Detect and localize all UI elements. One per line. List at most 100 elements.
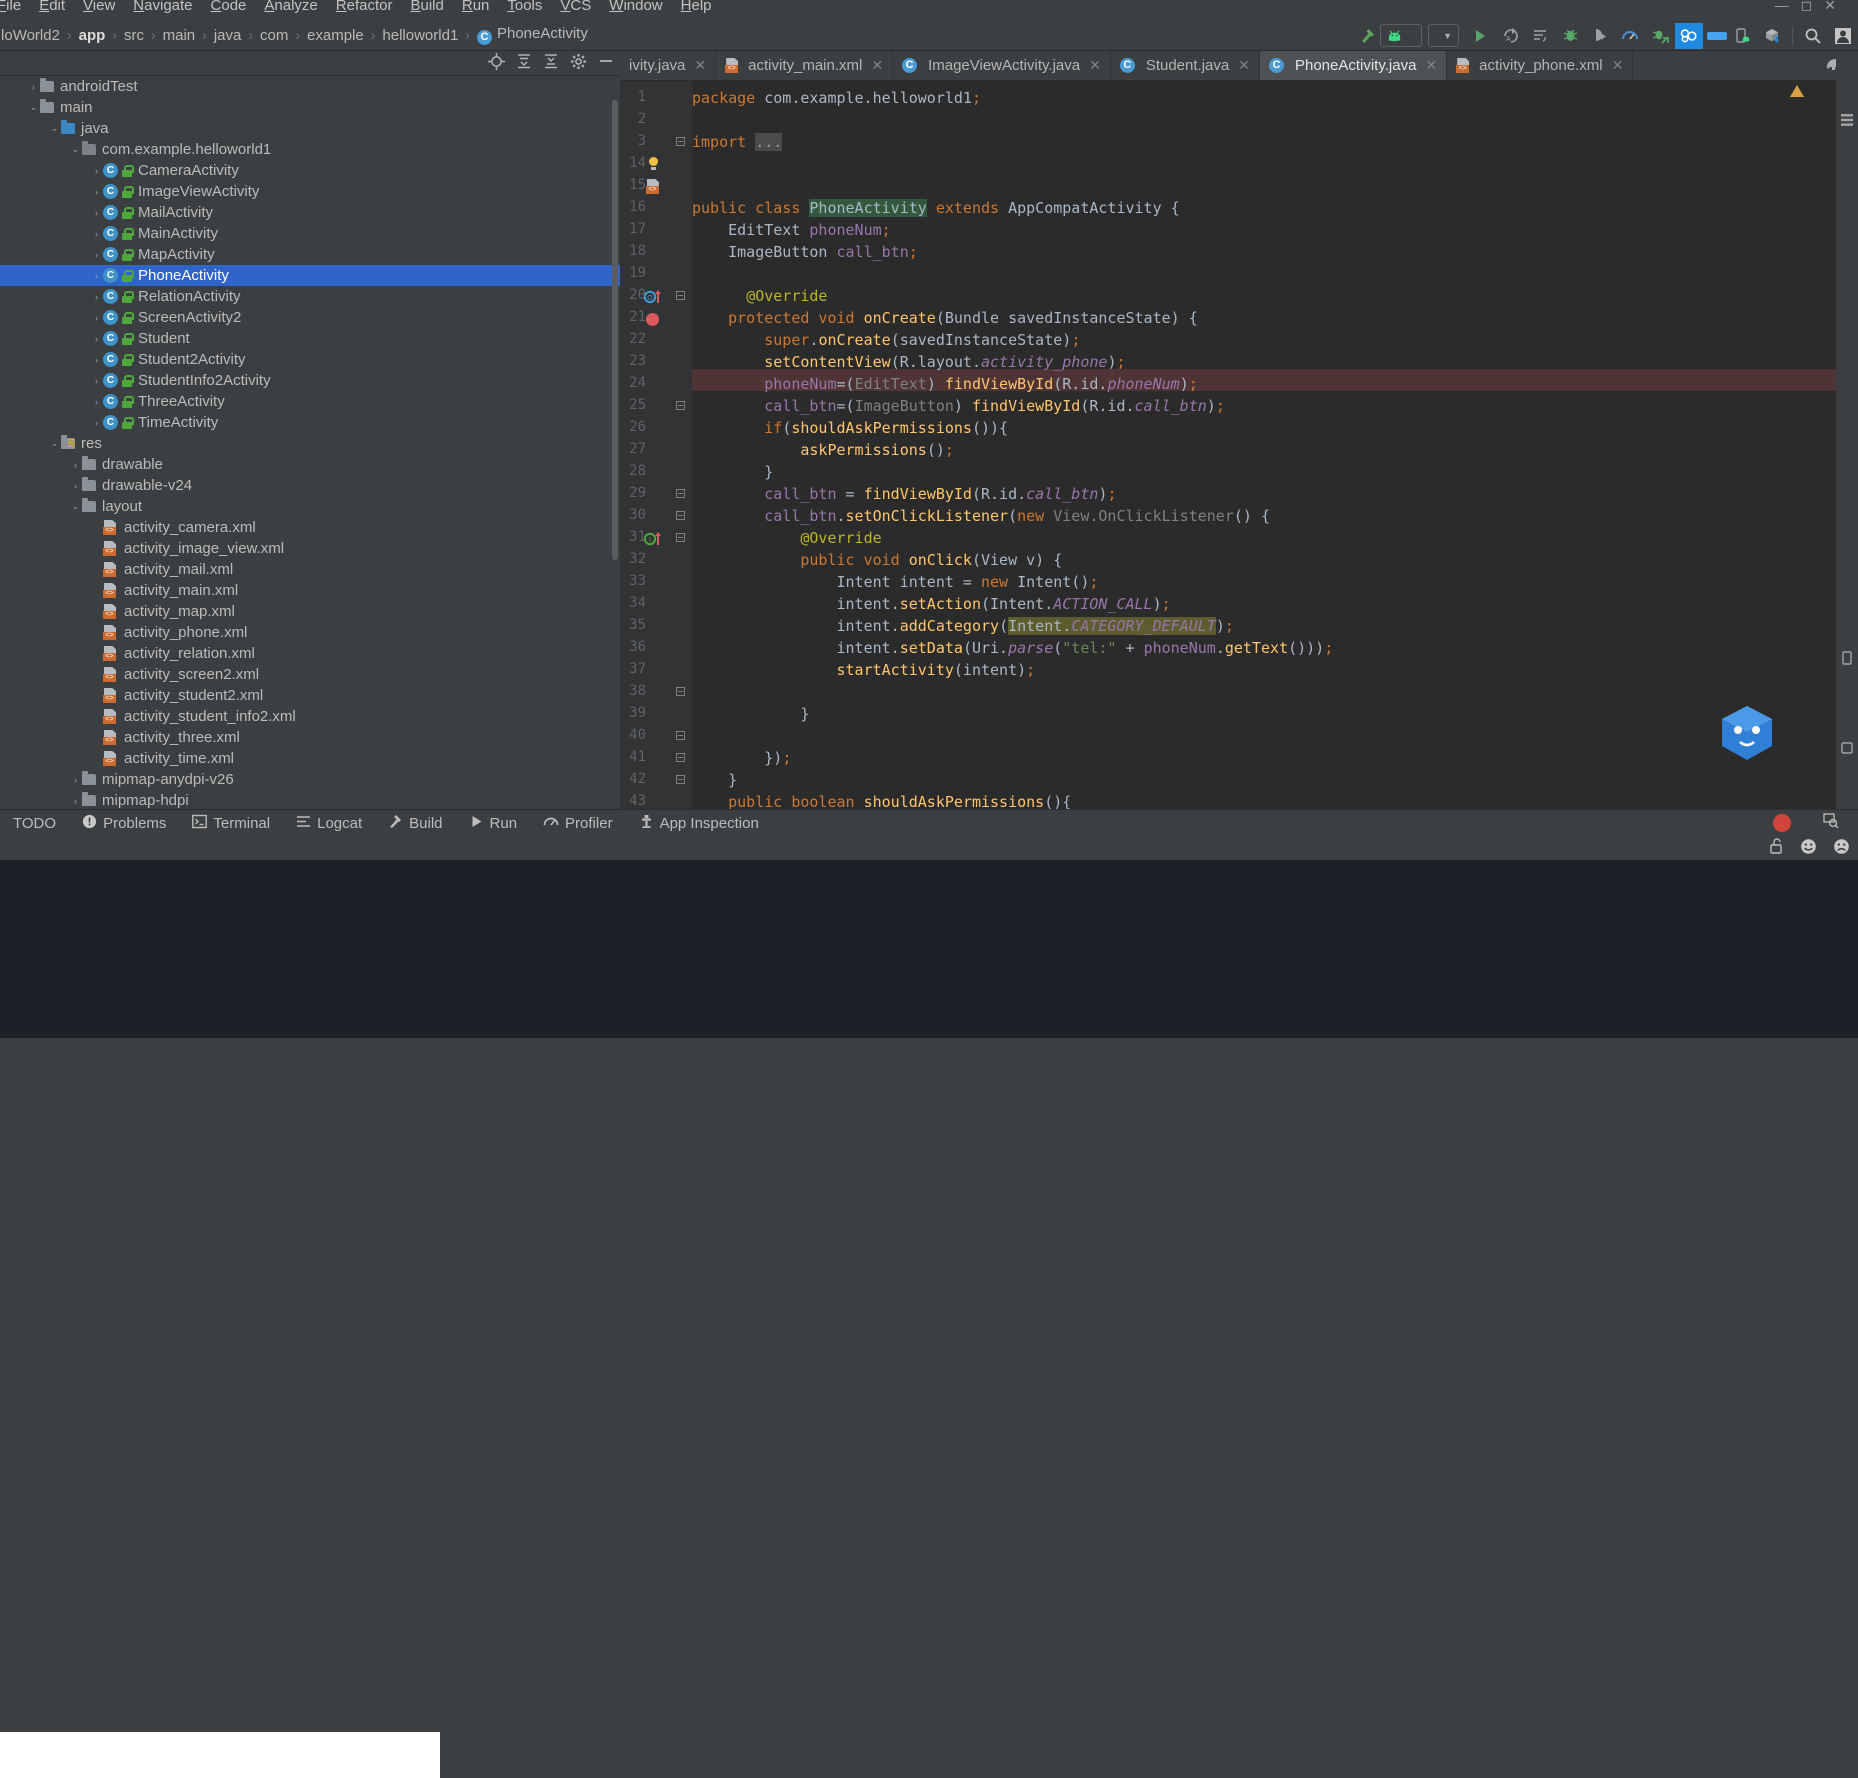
close-icon[interactable]: ✕ <box>1238 57 1250 74</box>
project-scrollbar[interactable] <box>612 100 618 560</box>
close-icon[interactable]: ✕ <box>1612 57 1624 74</box>
menu-bar[interactable]: File Edit View Navigate Code Analyze Refactor B… <box>0 0 721 18</box>
menu-item-run[interactable]: Run <box>453 0 499 16</box>
tree-expand-arrow[interactable]: › <box>90 355 103 365</box>
build-hammer-icon[interactable] <box>1354 23 1380 49</box>
tree-item-mailactivity[interactable]: › C MailActivity <box>0 202 620 223</box>
tree-item-activity_mail-xml[interactable]: › activity_mail.xml <box>0 559 620 580</box>
tree-expand-arrow[interactable]: › <box>90 733 103 743</box>
tree-item-drawable[interactable]: › drawable <box>0 454 620 475</box>
tree-expand-arrow[interactable]: ⌄ <box>48 123 61 134</box>
tree-item-activity_relation-xml[interactable]: › activity_relation.xml <box>0 643 620 664</box>
tree-item-mipmap-hdpi[interactable]: › mipmap-hdpi <box>0 790 620 809</box>
intention-bulb-icon[interactable] <box>648 157 659 170</box>
tree-item-threeactivity[interactable]: › C ThreeActivity <box>0 391 620 412</box>
tree-item-studentinfo2activity[interactable]: › C StudentInfo2Activity <box>0 370 620 391</box>
bottom-tool-build[interactable]: Build <box>375 814 455 833</box>
close-icon[interactable]: ✕ <box>1089 57 1101 74</box>
happy-face-icon[interactable] <box>1800 838 1817 859</box>
tree-expand-arrow[interactable]: ⌄ <box>69 501 82 512</box>
breadcrumb-item-main[interactable]: main <box>160 27 199 44</box>
run-icon[interactable] <box>1465 23 1495 49</box>
code-fold-handle[interactable] <box>676 291 685 305</box>
apply-changes-icon[interactable]: A <box>1495 23 1525 49</box>
menu-item-file[interactable]: File <box>0 0 30 16</box>
hide-panel-icon[interactable] <box>598 53 614 73</box>
tree-item-relationactivity[interactable]: › C RelationActivity <box>0 286 620 307</box>
tree-item-activity_screen2-xml[interactable]: › activity_screen2.xml <box>0 664 620 685</box>
tree-expand-arrow[interactable]: › <box>90 292 103 302</box>
tree-item-mainactivity[interactable]: › C MainActivity <box>0 223 620 244</box>
status-bar-right[interactable] <box>1705 836 1850 860</box>
code-fold-handle[interactable] <box>676 489 685 503</box>
debug-app-icon[interactable] <box>1645 23 1675 49</box>
tree-item-student2activity[interactable]: › C Student2Activity <box>0 349 620 370</box>
layout-inspector-button[interactable] <box>1810 813 1858 833</box>
tree-expand-arrow[interactable]: › <box>90 208 103 218</box>
tree-item-activity_student_info2-xml[interactable]: › activity_student_info2.xml <box>0 706 620 727</box>
tree-item-main[interactable]: ⌄ main <box>0 97 620 118</box>
tree-item-activity_map-xml[interactable]: › activity_map.xml <box>0 601 620 622</box>
tree-expand-arrow[interactable]: › <box>90 565 103 575</box>
apply-code-changes-icon[interactable] <box>1525 23 1555 49</box>
tree-expand-arrow[interactable]: › <box>90 628 103 638</box>
tree-item-mapactivity[interactable]: › C MapActivity <box>0 244 620 265</box>
window-controls[interactable]: —◻✕ <box>1775 0 1848 14</box>
menu-item-navigate[interactable]: Navigate <box>124 0 201 16</box>
tree-item-activity_student2-xml[interactable]: › activity_student2.xml <box>0 685 620 706</box>
tree-expand-arrow[interactable]: › <box>90 229 103 239</box>
tree-item-activity_phone-xml[interactable]: › activity_phone.xml <box>0 622 620 643</box>
bottom-bar-right[interactable] <box>1760 813 1858 833</box>
code-fold-handle[interactable] <box>676 775 685 789</box>
expand-icon[interactable] <box>543 53 559 73</box>
code-fold-handle[interactable] <box>676 137 685 151</box>
tree-item-cameraactivity[interactable]: › C CameraActivity <box>0 160 620 181</box>
code-fold-handle[interactable] <box>676 687 685 701</box>
tree-item-mipmap-anydpi-v26[interactable]: › mipmap-anydpi-v26 <box>0 769 620 790</box>
editor-tab-imageviewactivity-java[interactable]: C ImageViewActivity.java ✕ <box>893 51 1111 80</box>
tree-expand-arrow[interactable]: ⌄ <box>27 102 40 113</box>
tree-item-res[interactable]: ⌄ res <box>0 433 620 454</box>
menu-item-refactor[interactable]: Refactor <box>327 0 402 16</box>
menu-item-edit[interactable]: Edit <box>30 0 74 16</box>
tree-expand-arrow[interactable]: › <box>90 187 103 197</box>
breakpoint-icon[interactable] <box>646 313 659 326</box>
tree-item-timeactivity[interactable]: › C TimeActivity <box>0 412 620 433</box>
breadcrumb-item-app[interactable]: app <box>76 27 109 44</box>
menu-item-vcs[interactable]: VCS <box>551 0 600 16</box>
collapse-all-icon[interactable] <box>516 53 532 73</box>
tree-item-java[interactable]: ⌄ java <box>0 118 620 139</box>
breadcrumb-item-helloworld1[interactable]: helloworld1 <box>379 27 461 44</box>
tree-expand-arrow[interactable]: › <box>69 775 82 785</box>
tree-expand-arrow[interactable]: › <box>90 544 103 554</box>
assistant-robot-icon[interactable] <box>1716 702 1778 764</box>
tree-item-activity_camera-xml[interactable]: › activity_camera.xml <box>0 517 620 538</box>
code-fold-handle[interactable] <box>676 511 685 525</box>
attach-debugger-icon[interactable] <box>1585 23 1615 49</box>
upload-badge[interactable] <box>1707 31 1727 40</box>
menu-item-build[interactable]: Build <box>401 0 452 16</box>
close-icon[interactable]: ✕ <box>1425 57 1437 74</box>
bottom-tool-logcat[interactable]: Logcat <box>283 814 375 833</box>
code-area[interactable]: package com.example.helloworld1; import … <box>692 81 1858 809</box>
tree-expand-arrow[interactable]: ⌄ <box>69 144 82 155</box>
tree-expand-arrow[interactable]: › <box>90 418 103 428</box>
breadcrumb-item-helloworld2[interactable]: helloWorld2 <box>0 27 63 44</box>
locate-icon[interactable] <box>488 52 505 74</box>
project-tree[interactable]: › androidTest ⌄ main ⌄ java ⌄ com.example.hello… <box>0 76 620 809</box>
tree-item-student[interactable]: › C Student <box>0 328 620 349</box>
tree-expand-arrow[interactable]: › <box>90 334 103 344</box>
editor-tab-activity_main-xml[interactable]: activity_main.xml ✕ <box>716 51 894 80</box>
taskbar-search-input[interactable] <box>0 1732 440 1778</box>
tree-expand-arrow[interactable]: › <box>90 376 103 386</box>
breadcrumb-item-java[interactable]: java <box>211 27 245 44</box>
tree-item-activity_image_view-xml[interactable]: › activity_image_view.xml <box>0 538 620 559</box>
tree-expand-arrow[interactable]: › <box>90 313 103 323</box>
code-fold-handle[interactable] <box>676 401 685 415</box>
tree-expand-arrow[interactable]: › <box>69 796 82 806</box>
account-icon[interactable] <box>1828 23 1858 49</box>
tree-item-layout[interactable]: ⌄ layout <box>0 496 620 517</box>
emulator-icon[interactable] <box>1840 741 1854 755</box>
editor-tab-phoneactivity-java[interactable]: C PhoneActivity.java ✕ <box>1259 51 1448 80</box>
menu-item-help[interactable]: Help <box>672 0 721 16</box>
